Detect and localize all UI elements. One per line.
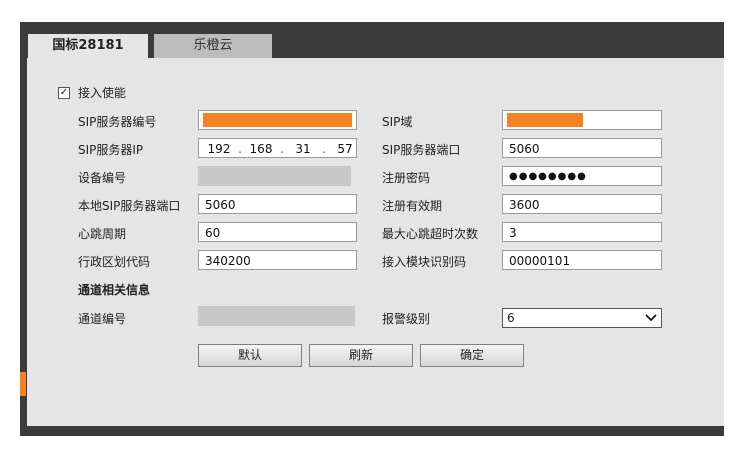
ip-octet-3[interactable]: 31 bbox=[287, 139, 319, 157]
channel-id-label: 通道编号 bbox=[78, 312, 127, 326]
access-module-id-label: 接入模块识别码 bbox=[382, 255, 467, 269]
alarm-level-label: 报警级别 bbox=[382, 312, 431, 326]
sip-server-port-input[interactable]: 5060 bbox=[502, 138, 662, 158]
local-sip-port-input[interactable]: 5060 bbox=[198, 194, 357, 214]
max-heartbeat-timeouts-label: 最大心跳超时次数 bbox=[382, 227, 479, 241]
channel-section-title: 通道相关信息 bbox=[78, 283, 151, 297]
region-code-label: 行政区划代码 bbox=[78, 255, 151, 269]
register-password-input[interactable]: ●●●●●●●● bbox=[502, 166, 662, 186]
channel-id-input[interactable] bbox=[198, 306, 355, 326]
sip-server-id-input[interactable] bbox=[198, 110, 357, 130]
local-sip-port-label: 本地SIP服务器端口 bbox=[78, 199, 181, 213]
confirm-button[interactable]: 确定 bbox=[420, 344, 524, 367]
device-id-input[interactable] bbox=[198, 166, 351, 186]
enable-label: 接入使能 bbox=[78, 86, 127, 100]
device-id-label: 设备编号 bbox=[78, 171, 127, 185]
alarm-level-select[interactable]: 6 bbox=[502, 308, 662, 328]
heartbeat-period-label: 心跳周期 bbox=[78, 227, 127, 241]
region-code-input[interactable]: 340200 bbox=[198, 250, 357, 270]
register-password-label: 注册密码 bbox=[382, 171, 431, 185]
alarm-level-value: 6 bbox=[507, 311, 515, 325]
enable-checkbox[interactable]: ✓ bbox=[58, 87, 70, 99]
sip-server-ip-input[interactable]: 192. 168. 31. 57 bbox=[198, 138, 357, 158]
ip-dot: . bbox=[280, 142, 284, 156]
tab-gb28181[interactable]: 国标28181 bbox=[28, 34, 148, 58]
ip-dot: . bbox=[238, 142, 242, 156]
sip-server-id-label: SIP服务器编号 bbox=[78, 115, 157, 129]
default-button[interactable]: 默认 bbox=[198, 344, 302, 367]
max-heartbeat-timeouts-input[interactable]: 3 bbox=[502, 222, 662, 242]
redacted-value bbox=[203, 113, 352, 127]
chevron-down-icon bbox=[645, 309, 657, 332]
redacted-value bbox=[507, 113, 583, 127]
register-validity-label: 注册有效期 bbox=[382, 199, 443, 213]
ip-octet-2[interactable]: 168 bbox=[245, 139, 277, 157]
ip-octet-4[interactable]: 57 bbox=[329, 139, 356, 157]
sip-server-ip-label: SIP服务器IP bbox=[78, 143, 144, 157]
access-module-id-input[interactable]: 00000101 bbox=[502, 250, 662, 270]
sip-domain-label: SIP域 bbox=[382, 115, 413, 129]
tab-lechange-cloud[interactable]: 乐橙云 bbox=[154, 34, 272, 58]
refresh-button[interactable]: 刷新 bbox=[309, 344, 413, 367]
side-accent-marker bbox=[20, 372, 26, 396]
ip-dot: . bbox=[322, 142, 326, 156]
sip-server-port-label: SIP服务器端口 bbox=[382, 143, 461, 157]
ip-octet-1[interactable]: 192 bbox=[203, 139, 235, 157]
sip-domain-input[interactable] bbox=[502, 110, 662, 130]
register-validity-input[interactable]: 3600 bbox=[502, 194, 662, 214]
heartbeat-period-input[interactable]: 60 bbox=[198, 222, 357, 242]
